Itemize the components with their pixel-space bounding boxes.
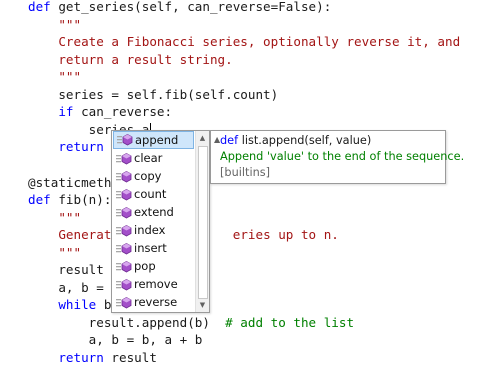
code-line: a, b = b, a + b [28, 331, 203, 349]
code-line: """ [28, 209, 81, 227]
scroll-thumb[interactable] [198, 146, 208, 299]
code-line: if can_reverse: [28, 103, 172, 121]
code-line: return a result string. [28, 51, 233, 69]
completion-item-label: pop [134, 259, 156, 273]
completion-item-count[interactable]: count [112, 185, 195, 203]
method-icon [116, 152, 132, 165]
method-icon [116, 296, 132, 309]
completion-item-reverse[interactable]: reverse [112, 293, 195, 311]
completion-item-remove[interactable]: remove [112, 275, 195, 293]
code-line: def fib(n): [28, 191, 111, 209]
completion-item-copy[interactable]: copy [112, 167, 195, 185]
code-line: @staticmetho [28, 174, 119, 192]
code-token: # add to the list [225, 314, 355, 330]
completion-list[interactable]: append clear copy count extend index insert pop… [111, 130, 210, 313]
method-icon [116, 170, 132, 183]
code-line: series = self.fib(self.count) [28, 86, 278, 104]
code-token: @staticmetho [28, 174, 119, 190]
code-token: result.append(b) [28, 314, 226, 330]
completion-scrollbar[interactable]: ▲ ▼ [195, 131, 209, 312]
code-token: return [58, 139, 104, 155]
code-token: return a result string. [28, 51, 233, 67]
completion-item-label: reverse [134, 295, 178, 309]
code-token: result = [28, 262, 119, 278]
completion-item-label: extend [134, 205, 174, 219]
completion-item-index[interactable]: index [112, 221, 195, 239]
completion-item-label: insert [134, 241, 167, 255]
code-line: result.append(b) # add to the list [28, 314, 354, 332]
code-token: Create a Fibonacci series, optionally re… [28, 34, 461, 50]
code-token: a, b = 0 [28, 279, 119, 295]
completion-item-extend[interactable]: extend [112, 203, 195, 221]
code-token: series = self.fib(self.count) [28, 86, 279, 102]
completion-item-label: clear [134, 151, 163, 165]
completion-item-label: index [134, 223, 166, 237]
completion-item-label: copy [134, 169, 162, 183]
completion-item-label: count [134, 187, 167, 201]
completion-item-clear[interactable]: clear [112, 149, 195, 167]
code-token: eries up to n. [232, 227, 339, 243]
tooltip-docstring: Append 'value' to the end of the sequenc… [220, 150, 465, 163]
code-token: a, b = b, a + b [28, 332, 203, 348]
completion-item-insert[interactable]: insert [112, 239, 195, 257]
signature-tooltip: ▲ def list.append(self, value) Append 'v… [210, 130, 464, 184]
completion-item-label: append [135, 133, 179, 147]
code-line: while b [28, 296, 111, 314]
code-line: """ [28, 16, 81, 34]
code-line: a, b = 0 [28, 279, 119, 297]
method-icon [116, 224, 132, 237]
code-line: Create a Fibonacci series, optionally re… [28, 33, 460, 51]
code-token: """ [28, 244, 82, 260]
code-token: can_reverse: [73, 104, 173, 120]
method-icon [116, 278, 132, 291]
code-line: def get_series(self, can_reverse=False): [28, 0, 331, 16]
code-line: return result [28, 349, 157, 367]
completion-item-label: remove [134, 277, 178, 291]
method-icon [116, 206, 132, 219]
tooltip-signature: def list.append(self, value) [220, 134, 371, 147]
code-line: return ' [28, 138, 119, 156]
code-line: """ [28, 68, 81, 86]
code-token: Generate [28, 227, 119, 243]
method-icon [116, 188, 132, 201]
code-token: def [28, 192, 51, 208]
scroll-down-button[interactable]: ▼ [196, 298, 209, 312]
completion-item-append[interactable]: append [113, 131, 194, 149]
code-token: fib(n): [50, 192, 112, 208]
completion-items: append clear copy count extend index insert pop… [112, 131, 195, 311]
code-token: if [58, 104, 74, 120]
tooltip-source: [builtins] [220, 166, 271, 179]
code-line: result = [28, 261, 119, 279]
code-token: """ [28, 69, 82, 85]
code-token: while [58, 297, 97, 313]
code-line: """ [28, 244, 81, 262]
tooltip-signature-text: list.append(self, value) [241, 134, 372, 147]
completion-item-pop[interactable]: pop [112, 257, 195, 275]
method-icon [116, 260, 132, 273]
code-token: def [28, 0, 51, 14]
method-icon [117, 134, 133, 146]
method-icon [116, 242, 132, 255]
scroll-up-button[interactable]: ▲ [196, 131, 209, 145]
code-token: b [96, 297, 112, 313]
code-token: get_series(self, can_reverse=False): [50, 0, 332, 14]
code-token: result [103, 350, 157, 365]
code-token: """ [28, 16, 82, 32]
tooltip-def-keyword: def [220, 134, 239, 147]
code-token: """ [28, 209, 82, 225]
code-token: return [58, 350, 104, 365]
